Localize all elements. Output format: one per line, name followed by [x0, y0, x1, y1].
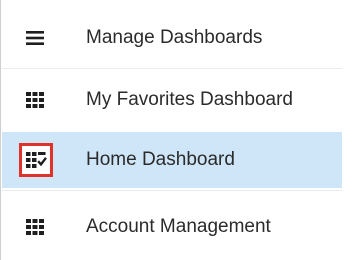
grid-icon: [20, 85, 50, 115]
menu-item-label: Manage Dashboards: [86, 27, 263, 48]
menu-item-label: Home Dashboard: [86, 149, 235, 170]
grid-check-icon: [19, 143, 53, 177]
menu-item-manage-dashboards[interactable]: Manage Dashboards: [2, 10, 342, 66]
menu-item-label: My Favorites Dashboard: [86, 89, 293, 110]
menu-item-my-favorites-dashboard[interactable]: My Favorites Dashboard: [2, 72, 342, 128]
divider: [2, 190, 342, 191]
dashboard-menu: Manage Dashboards My Favorites Dashboard: [0, 0, 364, 260]
menu-item-label: Account Management: [86, 216, 271, 237]
menu-item-account-management[interactable]: Account Management: [2, 199, 342, 255]
hamburger-icon: [20, 23, 50, 53]
menu-item-home-dashboard[interactable]: Home Dashboard: [2, 132, 342, 188]
grid-icon: [20, 212, 50, 242]
divider: [2, 68, 342, 69]
